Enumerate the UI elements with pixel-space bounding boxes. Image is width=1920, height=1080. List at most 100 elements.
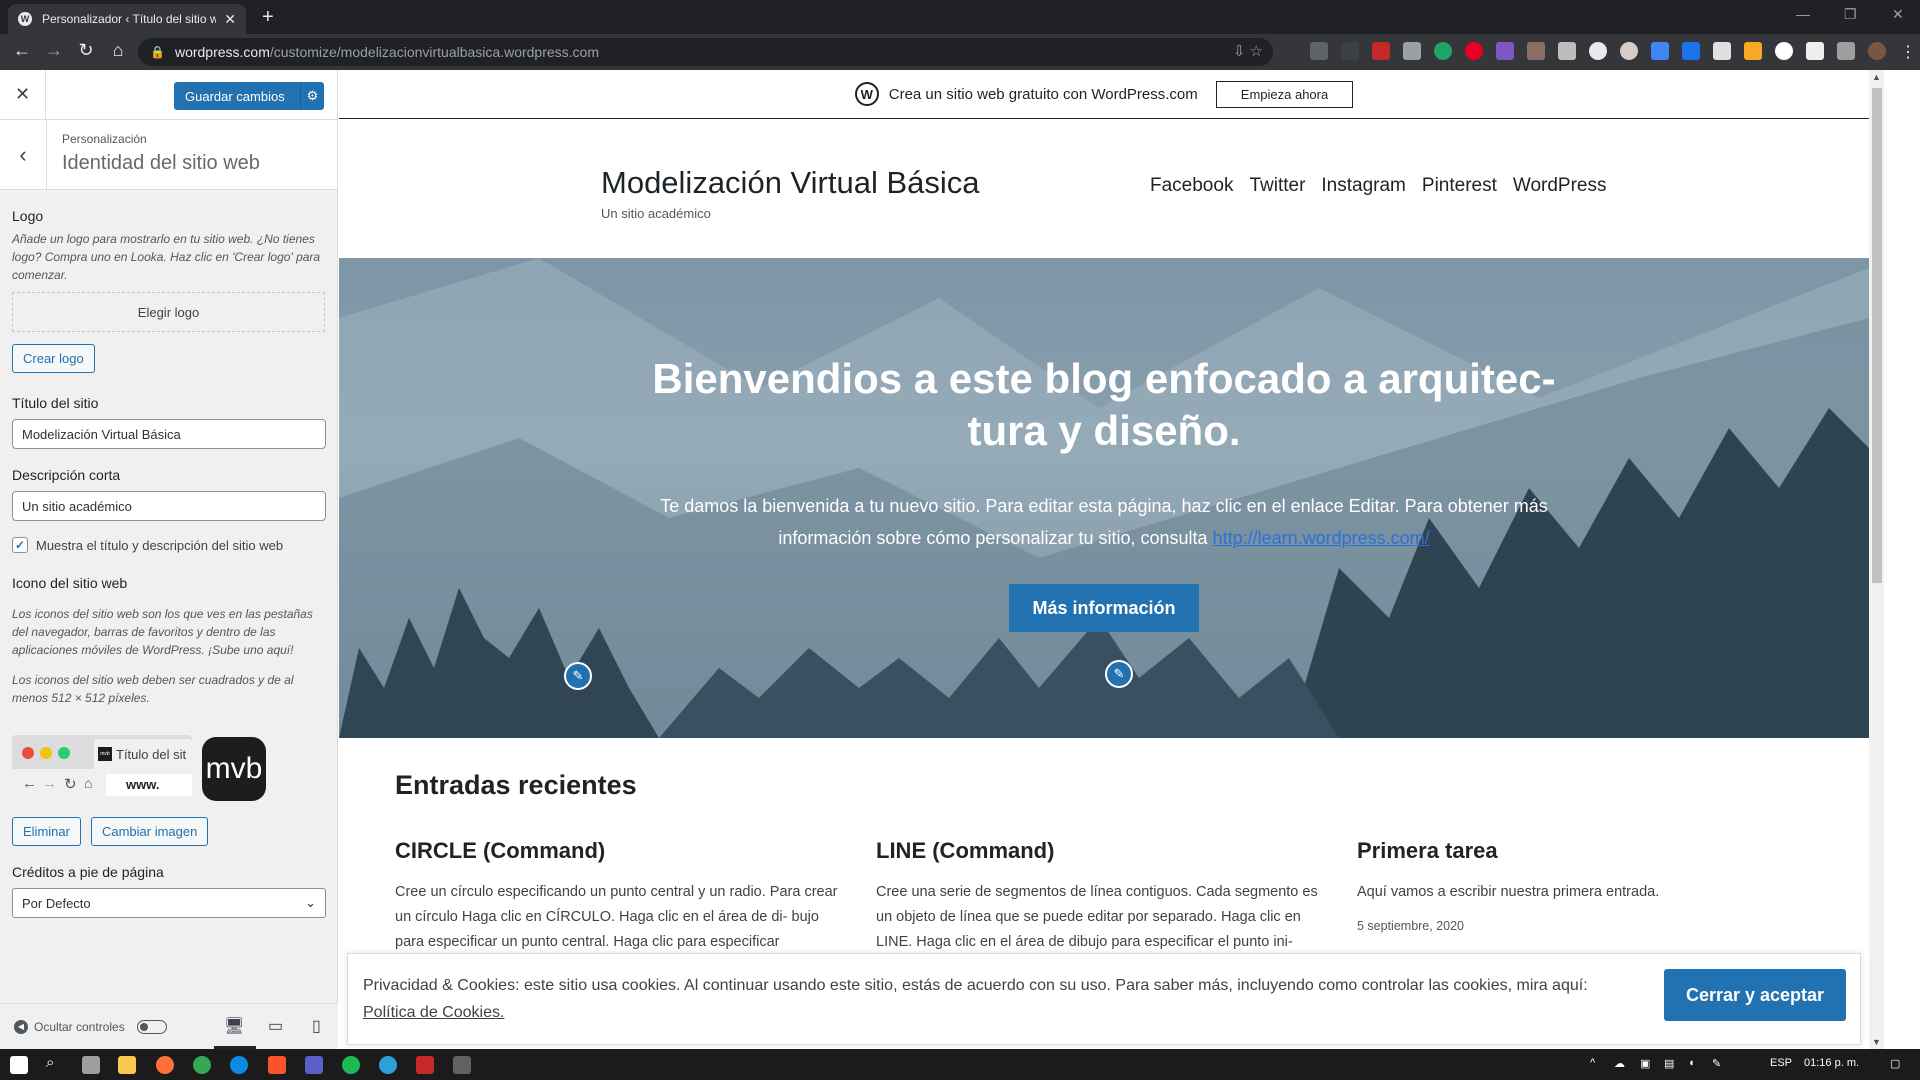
volume-icon[interactable]: ◖ bbox=[1688, 1057, 1695, 1069]
bookmark-star-icon[interactable]: ⇩ ☆ bbox=[1233, 42, 1263, 60]
edit-shortcut-pencil-icon[interactable]: ✎ bbox=[1105, 660, 1133, 688]
firefox-icon[interactable] bbox=[156, 1056, 174, 1074]
extension-icon[interactable] bbox=[1682, 42, 1700, 60]
tray-chevron-icon[interactable]: ^ bbox=[1590, 1057, 1595, 1069]
mobile-preview-icon[interactable]: ▯ bbox=[312, 1016, 321, 1036]
remove-icon-button[interactable]: Eliminar bbox=[12, 817, 81, 846]
file-explorer-icon[interactable] bbox=[118, 1056, 136, 1074]
windows-start-icon[interactable] bbox=[10, 1056, 28, 1074]
clock[interactable]: 01:16 p. m. bbox=[1804, 1057, 1859, 1069]
change-image-button[interactable]: Cambiar imagen bbox=[90, 817, 209, 846]
more-info-button[interactable]: Más información bbox=[1009, 584, 1199, 632]
hide-controls-toggle[interactable] bbox=[136, 1020, 167, 1034]
wordpress-banner: W Crea un sitio web gratuito con WordPre… bbox=[339, 70, 1869, 119]
create-logo-button[interactable]: Crear logo bbox=[12, 344, 95, 373]
chrome-icon[interactable] bbox=[193, 1056, 211, 1074]
home-icon[interactable]: ⌂ bbox=[106, 40, 130, 61]
hero-banner: Bienvendios a este blog enfocado a arqui… bbox=[339, 258, 1869, 738]
network-icon[interactable]: ▤ bbox=[1664, 1057, 1674, 1070]
extension-icon[interactable] bbox=[1527, 42, 1545, 60]
teams-icon[interactable] bbox=[305, 1056, 323, 1074]
start-now-button[interactable]: Empieza ahora bbox=[1215, 80, 1354, 108]
brave-icon[interactable] bbox=[268, 1056, 286, 1074]
more-menu-icon[interactable]: ⋮ bbox=[1899, 42, 1917, 61]
extension-icon[interactable] bbox=[1620, 42, 1638, 60]
extension-icon[interactable] bbox=[1310, 42, 1328, 60]
extension-icon[interactable] bbox=[1651, 42, 1669, 60]
search-icon[interactable]: ⌕ bbox=[46, 1054, 54, 1071]
post-title[interactable]: Primera tarea bbox=[1357, 838, 1807, 864]
site-icon-label: Icono del sitio web bbox=[12, 575, 128, 591]
tagline-input[interactable]: Un sitio académico bbox=[12, 491, 326, 521]
nav-instagram[interactable]: Instagram bbox=[1321, 175, 1405, 197]
gear-icon[interactable]: ⚙ bbox=[300, 82, 324, 110]
edge-icon[interactable] bbox=[230, 1056, 248, 1074]
recent-posts-heading: Entradas recientes bbox=[395, 770, 637, 800]
post-title[interactable]: CIRCLE (Command) bbox=[395, 838, 845, 864]
window-close-icon[interactable]: ✕ bbox=[1892, 6, 1904, 23]
post-date[interactable]: 5 septiembre, 2020 bbox=[1357, 919, 1807, 933]
cloud-icon[interactable]: ☁ bbox=[1614, 1057, 1625, 1070]
preview-scrollbar[interactable]: ▲ ▼ bbox=[1869, 70, 1884, 1049]
app-icon[interactable] bbox=[416, 1056, 434, 1074]
new-tab-icon[interactable]: + bbox=[262, 6, 274, 29]
show-title-row[interactable]: ✓ Muestra el título y descripción del si… bbox=[12, 537, 325, 553]
pen-icon[interactable]: ✎ bbox=[1712, 1057, 1721, 1070]
close-customizer-icon[interactable]: ✕ bbox=[0, 70, 46, 119]
notifications-icon[interactable]: ▢ bbox=[1890, 1057, 1900, 1070]
site-title-input[interactable]: Modelización Virtual Básica bbox=[12, 419, 326, 449]
learn-link[interactable]: http://learn.wordpress.com/ bbox=[1213, 528, 1430, 548]
extension-icon[interactable] bbox=[1372, 42, 1390, 60]
cookie-policy-link[interactable]: Política de Cookies. bbox=[363, 1004, 504, 1021]
profile-avatar[interactable] bbox=[1868, 42, 1886, 60]
show-title-checkbox[interactable]: ✓ bbox=[12, 537, 28, 553]
app-icon[interactable] bbox=[453, 1056, 471, 1074]
close-accept-button[interactable]: Cerrar y aceptar bbox=[1664, 969, 1846, 1021]
nav-pinterest[interactable]: Pinterest bbox=[1422, 175, 1497, 197]
task-view-icon[interactable] bbox=[82, 1056, 100, 1074]
save-changes-button[interactable]: Guardar cambios ⚙ bbox=[174, 82, 324, 110]
scroll-thumb[interactable] bbox=[1872, 88, 1882, 583]
collapse-icon: ◀ bbox=[14, 1020, 28, 1034]
browser-tab[interactable]: W Personalizador ‹ Título del sitio w ✕ bbox=[8, 4, 246, 34]
extension-icon[interactable] bbox=[1558, 42, 1576, 60]
extension-icon[interactable] bbox=[1341, 42, 1359, 60]
nav-facebook[interactable]: Facebook bbox=[1150, 175, 1233, 197]
edit-shortcut-pencil-icon[interactable]: ✎ bbox=[564, 662, 592, 690]
banner-text: Crea un sitio web gratuito con WordPress… bbox=[888, 85, 1198, 103]
tablet-preview-icon[interactable]: ▭ bbox=[268, 1016, 283, 1036]
back-chevron-icon[interactable]: ‹ bbox=[0, 120, 47, 189]
browser-tab-preview: mvb Título del sit ← → ↻ ⌂ www. bbox=[12, 735, 192, 803]
extension-icon[interactable] bbox=[1806, 42, 1824, 60]
tab-close-icon[interactable]: ✕ bbox=[224, 11, 236, 28]
desktop-preview-icon[interactable]: 🖥 bbox=[224, 1016, 244, 1036]
back-arrow-icon[interactable]: ← bbox=[10, 40, 34, 61]
minimize-icon[interactable]: — bbox=[1796, 6, 1810, 22]
post-title[interactable]: LINE (Command) bbox=[876, 838, 1326, 864]
spotify-icon[interactable] bbox=[342, 1056, 360, 1074]
extension-icon[interactable] bbox=[1496, 42, 1514, 60]
extension-icon[interactable] bbox=[1434, 42, 1452, 60]
telegram-icon[interactable] bbox=[379, 1056, 397, 1074]
restore-icon[interactable]: ❐ bbox=[1844, 6, 1857, 23]
pinterest-extension-icon[interactable] bbox=[1465, 42, 1483, 60]
nav-twitter[interactable]: Twitter bbox=[1249, 175, 1305, 197]
hide-controls-button[interactable]: ◀ Ocultar controles bbox=[14, 1020, 167, 1034]
extension-icon[interactable] bbox=[1589, 42, 1607, 60]
scroll-up-icon[interactable]: ▲ bbox=[1869, 72, 1884, 82]
footer-credits-select[interactable]: Por Defecto ⌄ bbox=[12, 888, 326, 918]
choose-logo-button[interactable]: Elegir logo bbox=[12, 292, 325, 332]
site-title[interactable]: Modelización Virtual Básica bbox=[601, 165, 980, 201]
extension-icon[interactable] bbox=[1403, 42, 1421, 60]
nav-wordpress[interactable]: WordPress bbox=[1513, 175, 1607, 197]
puzzle-extensions-icon[interactable] bbox=[1837, 42, 1855, 60]
language-indicator[interactable]: ESP bbox=[1770, 1057, 1792, 1069]
rss-extension-icon[interactable] bbox=[1744, 42, 1762, 60]
scroll-down-icon[interactable]: ▼ bbox=[1869, 1037, 1884, 1047]
forward-arrow-icon[interactable]: → bbox=[42, 40, 66, 61]
address-bar[interactable]: 🔒 wordpress.com/customize/modelizacionvi… bbox=[138, 38, 1273, 66]
tray-icon[interactable]: ▣ bbox=[1640, 1057, 1650, 1070]
reload-icon[interactable]: ↻ bbox=[74, 40, 98, 61]
extension-icon[interactable] bbox=[1713, 42, 1731, 60]
extension-icon[interactable] bbox=[1775, 42, 1793, 60]
